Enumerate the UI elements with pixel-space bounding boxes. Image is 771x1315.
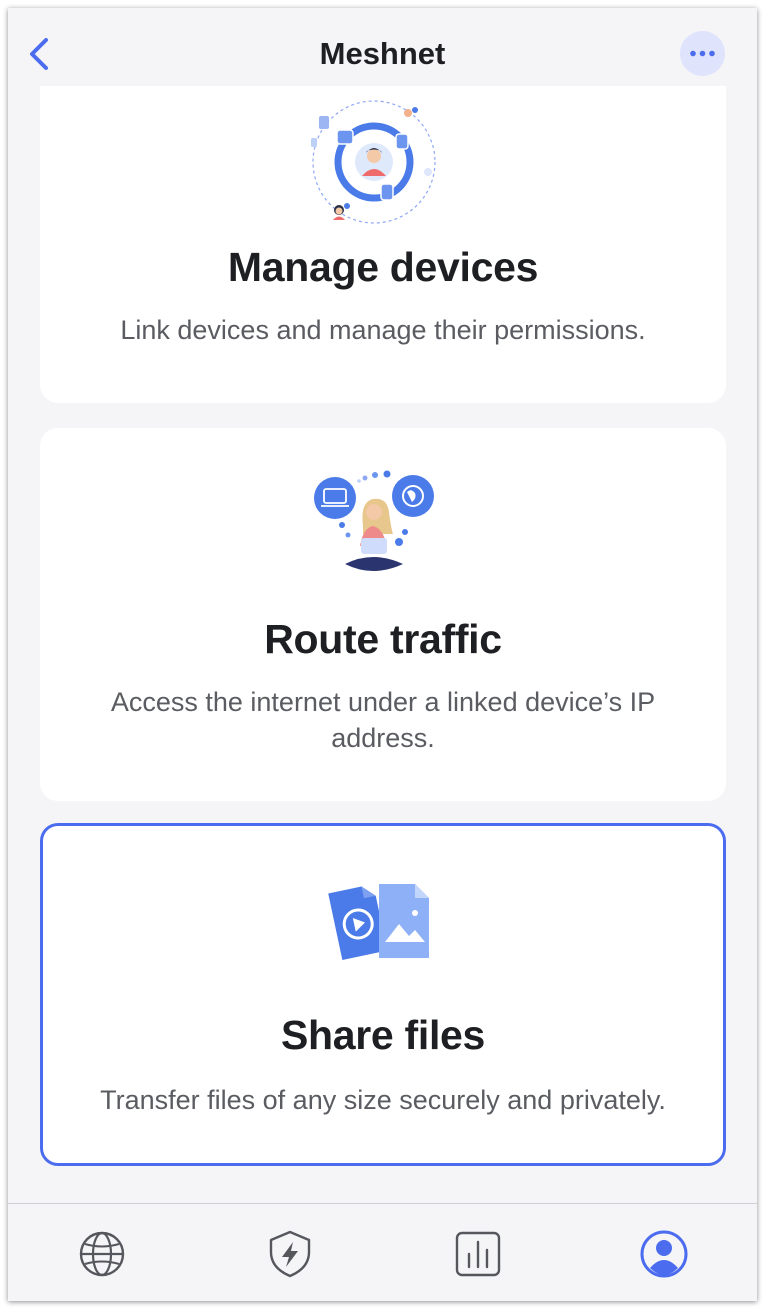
more-horizontal-icon [690,50,715,57]
manage-devices-card[interactable]: Manage devices Link devices and manage t… [40,86,726,403]
tab-profile[interactable] [638,1228,690,1280]
tab-globe[interactable] [76,1228,128,1280]
card-description: Link devices and manage their permission… [120,315,646,345]
share-files-card[interactable]: Share files Transfer files of any size s… [40,823,726,1166]
app-screen: Meshnet Manage devices Link devices and … [8,8,757,1301]
tab-threat-protection[interactable] [264,1228,316,1280]
card-title: Route traffic [264,616,502,662]
card-description: Transfer files of any size securely and … [100,1085,666,1115]
shield-bolt-icon [269,1230,311,1278]
profile-icon [640,1230,688,1278]
share-files-illustration [328,884,429,961]
page-title: Meshnet [319,36,446,71]
more-button[interactable] [680,31,725,76]
manage-devices-illustration [311,100,436,224]
card-title: Manage devices [227,244,539,290]
tab-stats[interactable] [452,1228,504,1280]
route-traffic-illustration [314,470,434,571]
globe-icon [79,1231,125,1277]
route-traffic-card[interactable]: Route traffic Access the internet under … [40,428,726,801]
card-title: Share files [280,1012,486,1058]
bottom-tab-bar [8,1203,757,1301]
bar-chart-icon [455,1231,501,1277]
card-description: Access the internet under a linked devic… [110,687,656,753]
